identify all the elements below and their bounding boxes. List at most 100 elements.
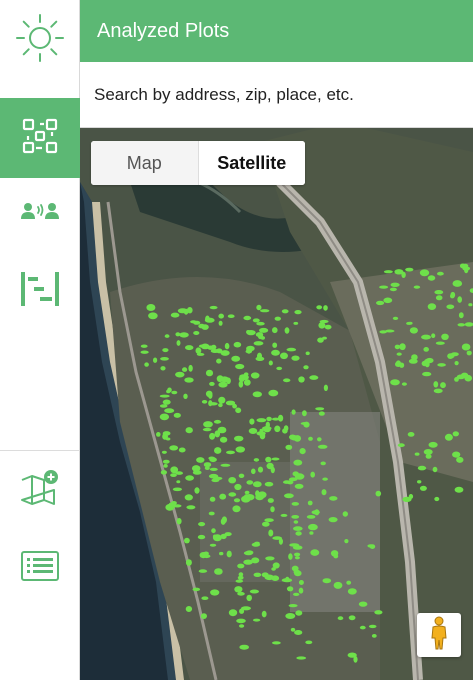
plot-marker	[256, 418, 267, 423]
plot-marker	[407, 432, 415, 437]
plot-marker	[290, 435, 299, 441]
plot-marker	[303, 365, 309, 370]
plot-marker	[374, 610, 383, 615]
plot-marker	[198, 569, 208, 573]
plot-marker	[159, 413, 170, 421]
plot-marker	[371, 634, 377, 638]
plot-marker	[237, 575, 244, 580]
map-add-icon	[20, 468, 60, 513]
sidebar-item-list[interactable]	[0, 538, 80, 598]
plot-marker	[169, 445, 179, 451]
plot-marker	[186, 505, 196, 510]
plot-marker	[291, 515, 300, 519]
plot-marker	[249, 589, 259, 594]
sidebar-item-weather[interactable]	[0, 0, 80, 80]
plot-marker	[433, 388, 443, 394]
plot-marker	[204, 466, 210, 470]
plot-marker	[302, 410, 307, 417]
plot-marker	[159, 404, 168, 408]
plot-marker	[280, 513, 288, 517]
plot-marker	[209, 381, 215, 386]
plot-marker	[450, 293, 455, 299]
plot-marker	[205, 369, 214, 377]
sun-icon	[14, 12, 66, 69]
satellite-option[interactable]: Satellite	[198, 141, 305, 185]
plot-marker	[250, 372, 260, 379]
plot-marker	[433, 381, 439, 388]
plot-marker	[162, 459, 170, 464]
plot-marker	[239, 624, 245, 628]
plot-marker	[308, 523, 318, 531]
plot-marker	[218, 403, 223, 408]
plot-marker	[322, 477, 328, 481]
plot-marker	[464, 374, 473, 382]
plot-marker	[185, 606, 193, 612]
plot-marker	[435, 341, 445, 345]
plot-marker	[243, 372, 249, 377]
plot-marker	[286, 586, 294, 592]
plot-marker	[264, 518, 274, 522]
plot-marker	[401, 382, 407, 386]
plot-marker	[231, 355, 241, 362]
plot-marker	[156, 432, 161, 437]
plot-marker	[241, 495, 251, 503]
street-view-button[interactable]	[417, 613, 461, 657]
sidebar-item-plots[interactable]	[0, 98, 80, 178]
plot-marker	[268, 529, 274, 537]
plot-marker	[293, 526, 303, 531]
plot-marker	[208, 400, 213, 407]
plot-marker	[179, 332, 189, 338]
plot-marker	[293, 569, 301, 575]
plot-marker	[224, 532, 232, 537]
plot-marker	[454, 486, 464, 493]
plot-marker	[243, 315, 252, 321]
plot-marker	[434, 496, 440, 502]
plot-marker	[187, 307, 193, 314]
plot-marker	[182, 367, 188, 372]
plot-marker	[281, 309, 289, 314]
plot-marker	[384, 329, 395, 333]
plot-marker	[264, 574, 275, 581]
plot-marker	[316, 305, 323, 310]
plot-marker	[209, 467, 218, 471]
plot-marker	[235, 579, 244, 583]
plot-marker	[202, 427, 212, 432]
plot-marker	[421, 334, 431, 340]
plot-marker	[192, 587, 201, 592]
plot-marker	[175, 371, 185, 378]
plot-marker	[219, 436, 228, 443]
sidebar-item-reports[interactable]	[0, 256, 80, 326]
plot-marker	[176, 518, 182, 525]
sidebar-item-team[interactable]	[0, 182, 80, 244]
plot-marker	[292, 471, 299, 477]
plot-marker	[246, 345, 255, 352]
plot-marker	[220, 463, 231, 467]
plot-marker	[172, 487, 182, 492]
plot-marker	[397, 443, 405, 448]
map-option[interactable]: Map	[91, 141, 199, 185]
plot-marker	[253, 458, 260, 462]
plot-marker	[368, 624, 377, 629]
plot-marker	[305, 351, 310, 356]
plot-marker	[218, 313, 224, 319]
plot-marker	[237, 591, 245, 596]
plot-marker	[328, 517, 338, 523]
sidebar-item-add-map[interactable]	[0, 458, 80, 522]
plot-marker	[394, 269, 404, 275]
plot-marker	[201, 596, 209, 600]
plot-marker	[296, 656, 307, 660]
plot-marker	[208, 511, 215, 516]
plot-marker	[227, 314, 235, 318]
plot-marker	[234, 586, 243, 593]
plot-marker	[140, 344, 148, 348]
plot-marker	[274, 425, 281, 433]
plot-marker	[226, 550, 232, 558]
plot-marker	[456, 456, 464, 463]
plot-marker	[454, 361, 459, 366]
plot-marker	[379, 285, 389, 289]
search-input[interactable]	[80, 62, 473, 127]
plot-marker	[333, 581, 343, 589]
plot-marker	[285, 613, 296, 619]
plot-marker	[248, 428, 258, 434]
plot-marker	[450, 352, 459, 357]
